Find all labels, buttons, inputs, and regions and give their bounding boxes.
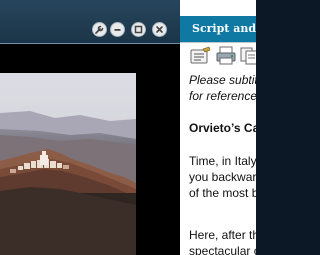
video-area: [0, 0, 180, 255]
script-panel: Script and In Please subtitl for referen…: [180, 0, 256, 255]
script-content: Please subtitl for reference. Orvieto’s …: [189, 72, 256, 255]
window-titlebar: [0, 0, 180, 44]
maximize-icon[interactable]: [131, 22, 146, 37]
minimize-icon[interactable]: [110, 22, 125, 37]
panel-divider: [180, 42, 256, 43]
wrench-icon[interactable]: [92, 22, 107, 37]
notes-icon[interactable]: [190, 46, 212, 66]
video-frame-orvieto[interactable]: [0, 73, 136, 255]
panel-title: Script and In: [192, 22, 256, 35]
paragraph-line: of the most b: [189, 186, 256, 200]
print-icon[interactable]: [215, 46, 237, 66]
copy-icon[interactable]: [240, 46, 256, 66]
paragraph-line: Here, after th: [189, 228, 256, 242]
subtitle-notice-line-1: Please subtitl: [189, 73, 256, 87]
subtitle-notice-line-2: for reference.: [189, 89, 256, 103]
titlebar-divider: [0, 43, 180, 44]
close-icon[interactable]: [152, 22, 167, 37]
script-heading: Orvieto’s Cath: [189, 121, 256, 135]
paragraph-line: you backward: [189, 170, 256, 184]
paragraph-line: Time, in Italy,: [189, 154, 256, 168]
panel-header: Script and In: [180, 16, 256, 42]
paragraph-line: spectacular c: [189, 244, 256, 255]
